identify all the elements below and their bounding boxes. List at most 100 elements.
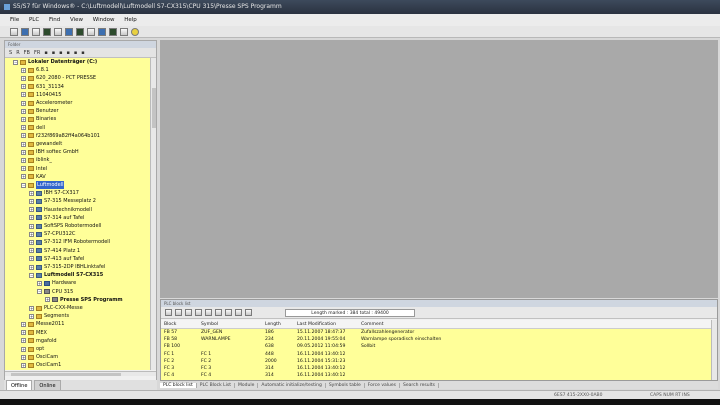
tab-symbols-table[interactable]: Symbols table bbox=[326, 382, 365, 388]
expand-toggle-icon[interactable]: + bbox=[21, 174, 26, 180]
tree-node[interactable]: + IBH S7-CX317 bbox=[29, 189, 79, 197]
tab-force-values[interactable]: Force values bbox=[365, 382, 400, 388]
table-row[interactable]: FC 1 FC 1 448 16.11.2004 13:40:12 bbox=[161, 351, 711, 358]
tree-node[interactable]: − Lokaler Datenträger (C:) bbox=[13, 58, 97, 66]
expand-toggle-icon[interactable]: + bbox=[21, 330, 26, 336]
open-icon[interactable] bbox=[21, 27, 29, 36]
expand-toggle-icon[interactable]: + bbox=[21, 108, 26, 114]
filter-icon[interactable] bbox=[175, 309, 182, 316]
tree-node[interactable]: + Intel bbox=[21, 165, 47, 173]
expand-toggle-icon[interactable]: + bbox=[29, 248, 34, 254]
download-icon[interactable] bbox=[215, 309, 222, 316]
tree-node[interactable]: + opt bbox=[21, 345, 44, 353]
tree-node[interactable]: + dell bbox=[21, 124, 45, 132]
expand-toggle-icon[interactable]: + bbox=[21, 141, 26, 147]
expand-toggle-icon[interactable]: + bbox=[21, 75, 26, 81]
expand-toggle-icon[interactable]: + bbox=[45, 297, 50, 303]
refresh-icon[interactable] bbox=[165, 309, 172, 316]
expand-toggle-icon[interactable]: + bbox=[21, 84, 26, 90]
tree-node[interactable]: + SoftSPS Robotermodell bbox=[29, 222, 101, 230]
tree-node[interactable]: + KAV bbox=[21, 173, 46, 181]
menu-window[interactable]: Window bbox=[93, 17, 115, 23]
tree-toolbar-icon-1[interactable]: ▪ bbox=[44, 50, 47, 56]
col-symbol[interactable]: Symbol bbox=[201, 320, 218, 329]
tab-plc-block-list[interactable]: PLC block list bbox=[160, 382, 197, 388]
expand-toggle-icon[interactable]: + bbox=[29, 264, 34, 270]
tree-node[interactable]: + OsciCam1 bbox=[21, 361, 61, 369]
expand-toggle-icon[interactable]: + bbox=[21, 338, 26, 344]
tree-node[interactable]: + S7-413 auf Tafel bbox=[29, 255, 84, 263]
tree-node[interactable]: + MEX bbox=[21, 329, 47, 337]
tab-automatic[interactable]: Automatic initialize/testing bbox=[258, 382, 326, 388]
menu-plc[interactable]: PLC bbox=[29, 17, 39, 23]
compress-icon[interactable] bbox=[235, 309, 242, 316]
tree-node[interactable]: + S7-315-2DP IBHLinktafel bbox=[29, 263, 105, 271]
delete-icon[interactable] bbox=[195, 309, 202, 316]
tree-toolbar-icon-5[interactable]: ▪ bbox=[74, 50, 77, 56]
online-icon[interactable] bbox=[54, 27, 62, 36]
tree-node[interactable]: + Benutzer bbox=[21, 107, 59, 115]
tree-node[interactable]: + S7-414 Platz 1 bbox=[29, 247, 80, 255]
tab-plc-block-list-2[interactable]: PLC Block List bbox=[197, 382, 236, 388]
expand-toggle-icon[interactable]: + bbox=[21, 149, 26, 155]
expand-toggle-icon[interactable]: + bbox=[21, 116, 26, 122]
table-row[interactable]: FC 3 FC 3 314 16.11.2004 13:40:12 bbox=[161, 365, 711, 372]
tree-node[interactable]: + PLC-CXX-Messe bbox=[29, 304, 83, 312]
tree-node[interactable]: + OsciCam bbox=[21, 353, 58, 361]
block-list-scrollbar[interactable] bbox=[711, 320, 717, 380]
compare-icon[interactable] bbox=[76, 27, 84, 36]
menu-view[interactable]: View bbox=[70, 17, 83, 23]
tree-node[interactable]: + Segments bbox=[29, 312, 69, 320]
tree-toolbar-icon-2[interactable]: ▪ bbox=[52, 50, 55, 56]
expand-toggle-icon[interactable]: + bbox=[29, 256, 34, 262]
expand-toggle-icon[interactable]: + bbox=[29, 215, 34, 221]
col-comment[interactable]: Comment bbox=[361, 320, 384, 329]
expand-toggle-icon[interactable]: + bbox=[21, 157, 26, 163]
menu-find[interactable]: Find bbox=[49, 17, 60, 23]
menu-help[interactable]: Help bbox=[124, 17, 137, 23]
tree-toolbar-icon-6[interactable]: ▪ bbox=[81, 50, 84, 56]
tree-toolbar-fb[interactable]: FB bbox=[24, 50, 30, 56]
expand-toggle-icon[interactable]: + bbox=[29, 313, 34, 319]
tree-node[interactable]: − CPU 315 bbox=[37, 288, 73, 296]
menu-file[interactable]: File bbox=[10, 17, 19, 23]
monitor-icon[interactable] bbox=[65, 27, 73, 36]
tree-toolbar-s[interactable]: S bbox=[9, 50, 12, 56]
tree-node[interactable]: + S7-312 IFM Robotermodell bbox=[29, 238, 110, 246]
expand-toggle-icon[interactable]: + bbox=[29, 198, 34, 204]
tree-node[interactable]: + Presse SPS Programm bbox=[45, 296, 123, 304]
tree-node[interactable]: − Luftmodell S7-CX315 bbox=[29, 271, 103, 279]
tree-vertical-scrollbar[interactable] bbox=[150, 58, 156, 370]
expand-toggle-icon[interactable]: + bbox=[37, 280, 42, 286]
save-icon[interactable] bbox=[32, 27, 40, 36]
network-icon[interactable] bbox=[109, 27, 117, 36]
tree-node[interactable]: +620_2080 - PCT PRESSE bbox=[21, 74, 96, 82]
close-list-icon[interactable] bbox=[245, 309, 252, 316]
tree-node[interactable]: + mgafold bbox=[21, 337, 57, 345]
expand-toggle-icon[interactable]: + bbox=[29, 305, 34, 311]
tree-node[interactable]: + S7-314 auf Tafel bbox=[29, 214, 84, 222]
expand-toggle-icon[interactable]: + bbox=[29, 207, 34, 213]
expand-toggle-icon[interactable]: + bbox=[21, 321, 26, 327]
expand-toggle-icon[interactable]: + bbox=[29, 231, 34, 237]
transfer-icon[interactable] bbox=[87, 27, 95, 36]
plc-icon[interactable] bbox=[43, 27, 51, 36]
expand-toggle-icon[interactable]: + bbox=[29, 223, 34, 229]
col-last-modification[interactable]: Last Modification bbox=[297, 320, 336, 329]
tree-toolbar-r[interactable]: R bbox=[16, 50, 19, 56]
upload-icon[interactable] bbox=[205, 309, 212, 316]
table-row[interactable]: FC 2 FC 2 2000 16.11.2004 15:31:23 bbox=[161, 358, 711, 365]
tree-node[interactable]: + IBH softec GmbH bbox=[21, 148, 79, 156]
tree-node[interactable]: + Messe2011 bbox=[21, 320, 64, 328]
expand-toggle-icon[interactable]: − bbox=[37, 289, 42, 295]
tree-horizontal-scrollbar[interactable] bbox=[5, 371, 156, 376]
tree-node[interactable]: + S7-CPU312C bbox=[29, 230, 75, 238]
expand-toggle-icon[interactable]: + bbox=[21, 133, 26, 139]
tree-node[interactable]: +11040415 bbox=[21, 91, 61, 99]
table-row[interactable]: FC 4 FC 4 314 16.11.2004 13:40:12 bbox=[161, 372, 711, 379]
tree-toolbar-icon-4[interactable]: ▪ bbox=[67, 50, 70, 56]
expand-toggle-icon[interactable]: + bbox=[21, 67, 26, 73]
tree-node[interactable]: + Haustechnikmodell bbox=[29, 206, 92, 214]
tree-node[interactable]: +6.8.1 bbox=[21, 66, 49, 74]
tree-node[interactable]: + iblink_ bbox=[21, 156, 52, 164]
